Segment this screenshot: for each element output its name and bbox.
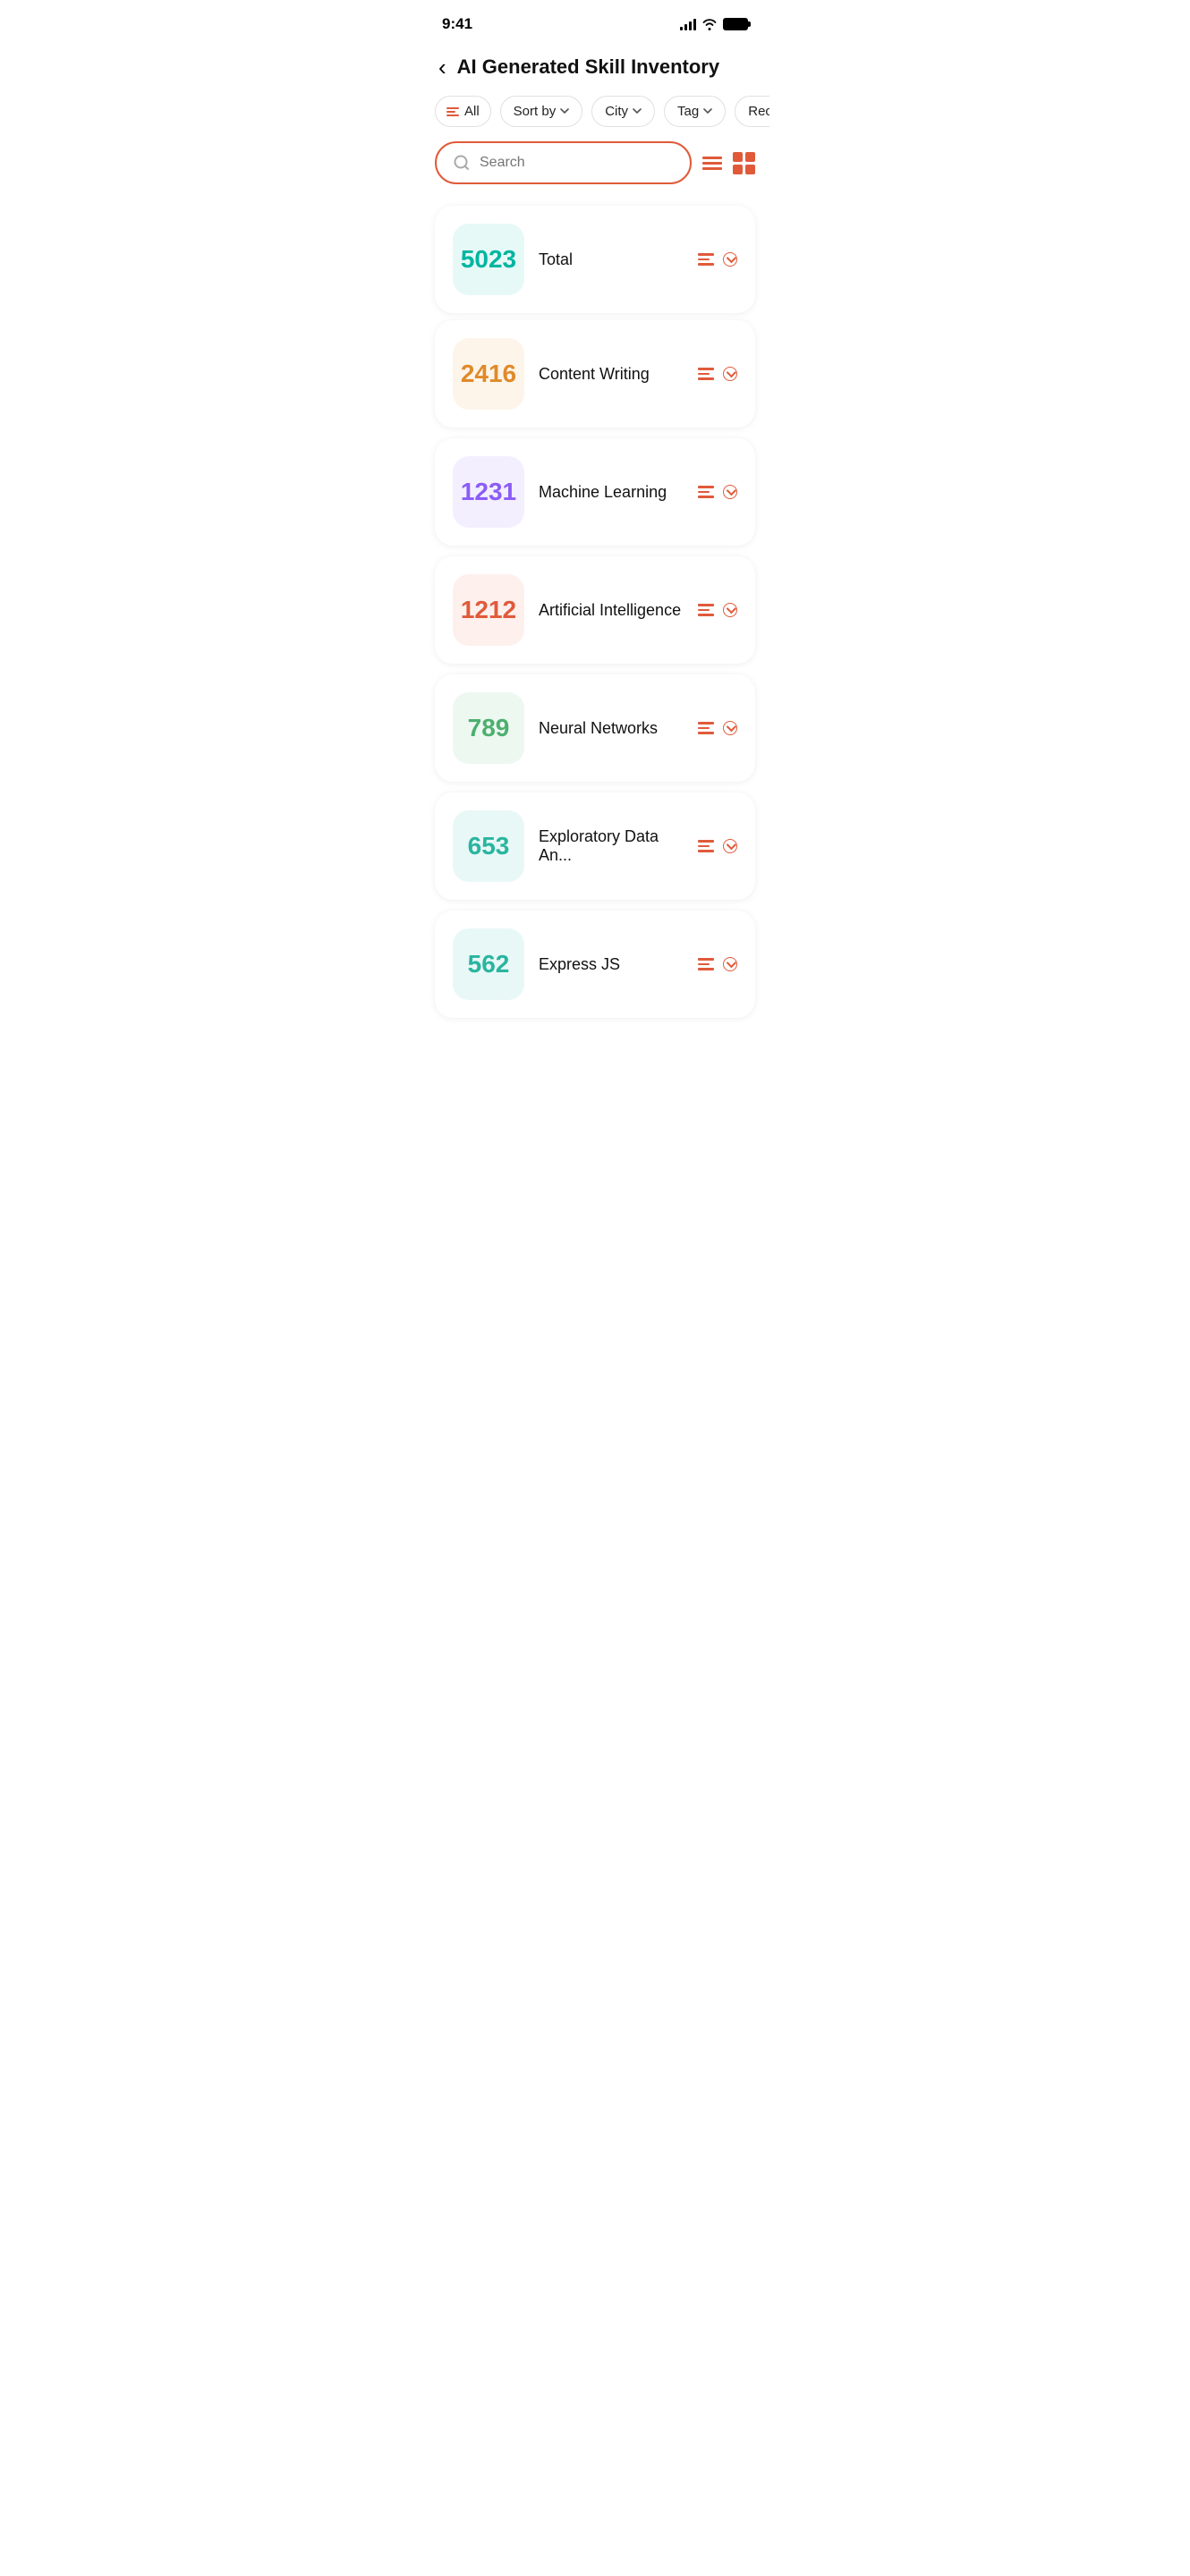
- skill-name-1: Machine Learning: [539, 483, 684, 502]
- skill-count-5: 562: [468, 952, 510, 977]
- skill-count-2: 1212: [461, 597, 516, 623]
- skill-expand-button-5[interactable]: [723, 957, 737, 971]
- header: ‹ AI Generated Skill Inventory: [421, 43, 769, 96]
- total-list-icon[interactable]: [698, 253, 714, 266]
- skill-list-icon-2[interactable]: [698, 604, 714, 616]
- city-chevron-icon: [633, 108, 642, 114]
- sortby-chevron-icon: [560, 108, 569, 114]
- skill-actions-4: [698, 839, 737, 853]
- skill-expand-button-4[interactable]: [723, 839, 737, 853]
- status-time: 9:41: [442, 15, 472, 33]
- battery-icon: [723, 18, 748, 30]
- skill-count-bg-2: 1212: [453, 574, 524, 646]
- search-input-wrap[interactable]: [435, 141, 692, 184]
- skill-card-4: 653 Exploratory Data An...: [435, 792, 755, 900]
- grid-view-button[interactable]: [733, 152, 755, 174]
- filter-tag-button[interactable]: Tag: [664, 96, 726, 127]
- skill-card-3: 789 Neural Networks: [435, 674, 755, 782]
- signal-icon: [680, 18, 696, 30]
- page-title: AI Generated Skill Inventory: [457, 55, 719, 79]
- skill-count-1: 1231: [461, 479, 516, 504]
- skill-actions-5: [698, 957, 737, 971]
- skill-list-icon-4[interactable]: [698, 840, 714, 852]
- skill-card-5: 562 Express JS: [435, 911, 755, 1018]
- skill-actions-2: [698, 603, 737, 617]
- skill-actions-0: [698, 367, 737, 381]
- skill-actions-1: [698, 485, 737, 499]
- search-row: [421, 138, 769, 199]
- skill-expand-button-3[interactable]: [723, 721, 737, 735]
- skill-card-0: 2416 Content Writing: [435, 320, 755, 428]
- total-count: 5023: [461, 247, 516, 272]
- total-count-bg: 5023: [453, 224, 524, 295]
- skill-count-4: 653: [468, 834, 510, 859]
- skill-expand-button-2[interactable]: [723, 603, 737, 617]
- filter-sortby-label: Sort by: [514, 104, 557, 119]
- skill-name-3: Neural Networks: [539, 719, 684, 738]
- skill-list-icon-0[interactable]: [698, 368, 714, 380]
- back-button[interactable]: ‹: [438, 54, 446, 81]
- skills-list: 5023 Total: [421, 199, 769, 320]
- skill-name-0: Content Writing: [539, 365, 684, 384]
- filter-all-icon: [446, 107, 459, 116]
- filter-recent-label: Rece...: [748, 104, 769, 119]
- skill-count-bg-1: 1231: [453, 456, 524, 528]
- status-icons: [680, 18, 748, 30]
- filter-city-label: City: [605, 104, 628, 119]
- skill-count-bg-0: 2416: [453, 338, 524, 410]
- skill-count-bg-3: 789: [453, 692, 524, 764]
- filter-all-button[interactable]: All: [435, 96, 491, 127]
- total-expand-button[interactable]: [723, 252, 737, 267]
- skill-actions-3: [698, 721, 737, 735]
- skill-card-1: 1231 Machine Learning: [435, 438, 755, 546]
- skill-count-0: 2416: [461, 361, 516, 386]
- skill-name-2: Artificial Intelligence: [539, 601, 684, 620]
- skill-list-icon-5[interactable]: [698, 958, 714, 970]
- filter-all-label: All: [464, 104, 480, 119]
- filter-sortby-button[interactable]: Sort by: [500, 96, 583, 127]
- skill-list-icon-3[interactable]: [698, 722, 714, 734]
- total-label: Total: [539, 250, 684, 269]
- filter-recent-button[interactable]: Rece...: [735, 96, 769, 127]
- skill-card-total: 5023 Total: [435, 206, 755, 313]
- skill-list-icon-1[interactable]: [698, 486, 714, 498]
- search-input[interactable]: [480, 155, 674, 171]
- total-actions: [698, 252, 737, 267]
- skill-card-2: 1212 Artificial Intelligence: [435, 556, 755, 664]
- skill-expand-button-0[interactable]: [723, 367, 737, 381]
- filter-city-button[interactable]: City: [591, 96, 655, 127]
- tag-chevron-icon: [703, 108, 712, 114]
- search-icon: [453, 154, 471, 172]
- list-view-button[interactable]: [702, 157, 722, 170]
- status-bar: 9:41: [421, 0, 769, 43]
- skill-count-bg-5: 562: [453, 928, 524, 1000]
- filter-bar: All Sort by City Tag Rece...: [421, 96, 769, 138]
- skill-count-3: 789: [468, 716, 510, 741]
- filter-tag-label: Tag: [677, 104, 699, 119]
- skill-expand-button-1[interactable]: [723, 485, 737, 499]
- skill-name-4: Exploratory Data An...: [539, 827, 684, 865]
- skill-name-5: Express JS: [539, 955, 684, 974]
- wifi-icon: [701, 18, 718, 30]
- skill-count-bg-4: 653: [453, 810, 524, 882]
